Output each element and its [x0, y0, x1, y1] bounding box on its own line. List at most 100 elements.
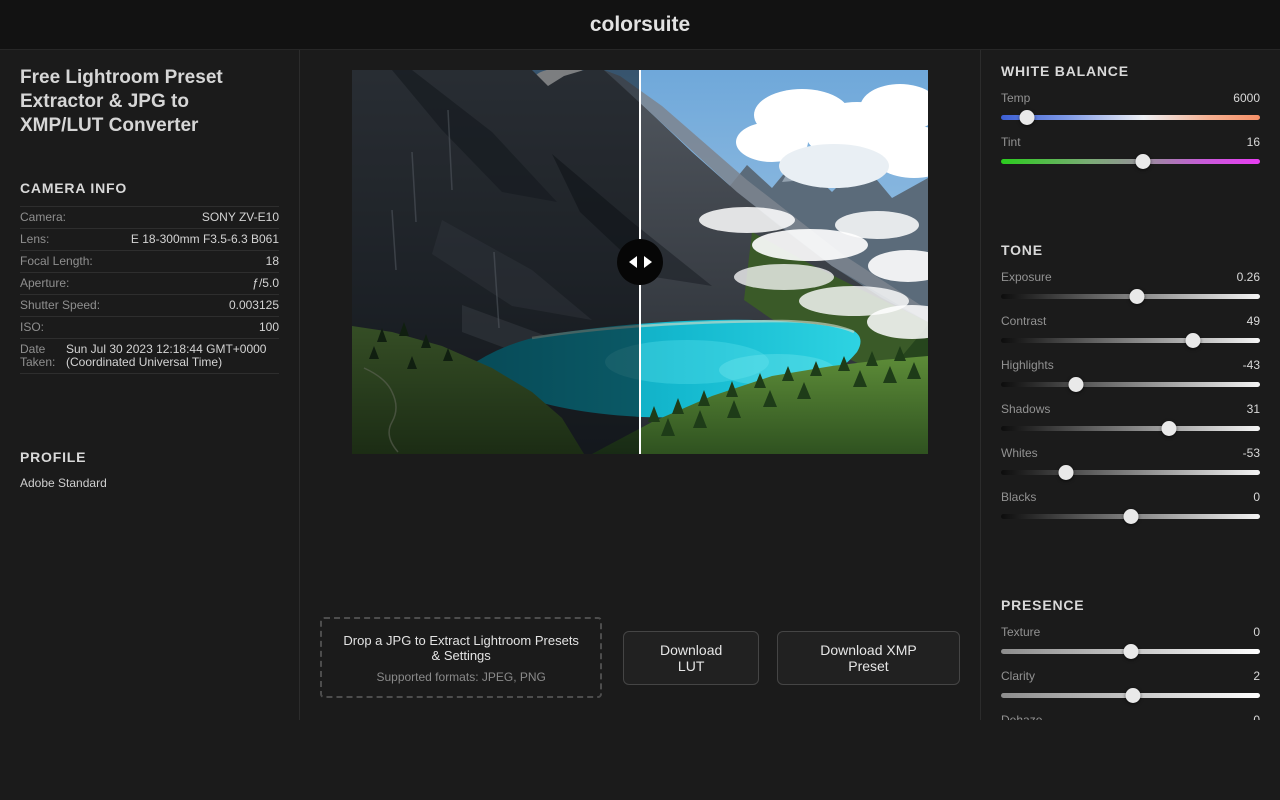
- info-value: ƒ/5.0: [252, 276, 279, 290]
- camera-info-heading: CAMERA INFO: [20, 180, 128, 196]
- slider-thumb[interactable]: [1129, 289, 1145, 304]
- slider-thumb[interactable]: [1185, 333, 1201, 348]
- bottom-controls: Drop a JPG to Extract Lightroom Presets …: [320, 617, 960, 698]
- info-label: ISO:: [20, 320, 45, 334]
- info-value: SONY ZV-E10: [201, 210, 279, 224]
- camera-info-table: Camera: SONY ZV-E10 Lens: E 18-300mm F3.…: [20, 206, 279, 374]
- info-value: Sun Jul 30 2023 12:18:44 GMT+0000 (Coord…: [66, 342, 267, 369]
- before-after-comparison: [352, 70, 928, 454]
- slider-exposure: Exposure 0.26: [1001, 269, 1260, 304]
- comparison-slider-handle[interactable]: [617, 239, 663, 285]
- camera-info-row: ISO: 100: [20, 317, 279, 339]
- info-label: Lens:: [20, 232, 50, 246]
- adjustments-panel: WHITE BALANCE Temp 6000 Tint 16 TONE Exp…: [980, 50, 1280, 720]
- slider-label: Blacks: [1001, 490, 1037, 504]
- slider-shadows: Shadows 31: [1001, 401, 1260, 436]
- slider-value: 31: [1246, 402, 1260, 416]
- slider-label: Dehaze: [1001, 713, 1043, 720]
- slider-label: Whites: [1001, 446, 1038, 460]
- slider-value: -43: [1242, 358, 1260, 372]
- slider-whites: Whites -53: [1001, 445, 1260, 480]
- page-title: Free Lightroom Preset Extractor & JPG to…: [20, 67, 223, 136]
- slider-list: Texture 0 Clarity 2 Dehaze 0: [1001, 624, 1260, 720]
- main-content: Drop a JPG to Extract Lightroom Presets …: [300, 50, 980, 720]
- slider-label: Texture: [1001, 625, 1041, 639]
- slider-track[interactable]: [1001, 115, 1260, 120]
- slider-tint: Tint 16: [1001, 134, 1260, 169]
- section-white-balance: WHITE BALANCE Temp 6000 Tint 16: [1001, 63, 1260, 169]
- slider-highlights: Highlights -43: [1001, 357, 1260, 392]
- slider-label: Tint: [1001, 135, 1021, 149]
- dropzone-instruction: Drop a JPG to Extract Lightroom Presets …: [343, 633, 579, 663]
- section-heading: TONE: [1001, 242, 1043, 258]
- slider-track[interactable]: [1001, 426, 1260, 431]
- app-body: Free Lightroom Preset Extractor & JPG to…: [0, 50, 1280, 720]
- slider-clarity: Clarity 2: [1001, 668, 1260, 703]
- info-label: Camera:: [20, 210, 67, 224]
- slider-thumb[interactable]: [1161, 421, 1177, 436]
- download-xmp-preset-button[interactable]: Download XMP Preset: [776, 630, 960, 685]
- profile-heading: PROFILE: [20, 449, 87, 465]
- slider-value: 6000: [1233, 91, 1260, 105]
- slider-value: 0.26: [1236, 270, 1260, 284]
- slider-label: Highlights: [1001, 358, 1054, 372]
- slider-track[interactable]: [1001, 470, 1260, 475]
- slider-thumb[interactable]: [1123, 644, 1138, 659]
- slider-thumb[interactable]: [1123, 509, 1138, 524]
- slider-thumb[interactable]: [1058, 465, 1074, 480]
- info-label: Aperture:: [20, 276, 70, 290]
- info-value: E 18-300mm F3.5-6.3 B061: [130, 232, 279, 246]
- slider-list: Exposure 0.26 Contrast 49 Highlights -43…: [1001, 269, 1260, 524]
- info-label: Focal Length:: [20, 254, 93, 268]
- info-label: Shutter Speed:: [20, 298, 101, 312]
- slider-thumb[interactable]: [1135, 154, 1151, 169]
- dropzone-formats: Supported formats: JPEG, PNG: [376, 670, 546, 684]
- slider-label: Temp: [1001, 91, 1031, 105]
- camera-info-row: Aperture: ƒ/5.0: [20, 273, 279, 295]
- camera-info-row: Focal Length: 18: [20, 251, 279, 273]
- slider-contrast: Contrast 49: [1001, 313, 1260, 348]
- slider-value: 16: [1246, 135, 1260, 149]
- slider-track[interactable]: [1001, 159, 1260, 164]
- slider-label: Contrast: [1001, 314, 1047, 328]
- slider-value: -53: [1242, 446, 1260, 460]
- section-presence: PRESENCE Texture 0 Clarity 2 Dehaze 0: [1001, 597, 1260, 720]
- slider-value: 0: [1253, 490, 1260, 504]
- arrow-right-icon: [643, 256, 652, 268]
- section-tone: TONE Exposure 0.26 Contrast 49 Highlight…: [1001, 242, 1260, 524]
- slider-value: 0: [1253, 713, 1260, 720]
- slider-track[interactable]: [1001, 338, 1260, 343]
- download-lut-button[interactable]: Download LUT: [623, 630, 759, 685]
- slider-label: Shadows: [1001, 402, 1051, 416]
- slider-label: Exposure: [1001, 270, 1052, 284]
- jpg-dropzone[interactable]: Drop a JPG to Extract Lightroom Presets …: [320, 617, 603, 698]
- slider-list: Temp 6000 Tint 16: [1001, 90, 1260, 169]
- section-heading: PRESENCE: [1001, 597, 1085, 613]
- slider-value: 0: [1253, 625, 1260, 639]
- slider-thumb[interactable]: [1068, 377, 1084, 392]
- slider-texture: Texture 0: [1001, 624, 1260, 659]
- info-value: 100: [258, 320, 279, 334]
- camera-info-row: Date Taken: Sun Jul 30 2023 12:18:44 GMT…: [20, 339, 279, 374]
- section-heading: WHITE BALANCE: [1001, 63, 1129, 79]
- sidebar: Free Lightroom Preset Extractor & JPG to…: [0, 50, 300, 720]
- slider-track[interactable]: [1001, 382, 1260, 387]
- slider-thumb[interactable]: [1125, 688, 1141, 703]
- slider-temp: Temp 6000: [1001, 90, 1260, 125]
- app-header: colorsuite: [0, 0, 1280, 50]
- slider-label: Clarity: [1001, 669, 1036, 683]
- slider-thumb[interactable]: [1019, 110, 1035, 125]
- info-label: Date Taken:: [20, 342, 56, 369]
- slider-value: 2: [1253, 669, 1260, 683]
- info-value: 18: [265, 254, 279, 268]
- profile-value: Adobe Standard: [20, 476, 107, 490]
- slider-value: 49: [1246, 314, 1260, 328]
- slider-blacks: Blacks 0: [1001, 489, 1260, 524]
- camera-info-row: Camera: SONY ZV-E10: [20, 207, 279, 229]
- info-value: 0.003125: [228, 298, 279, 312]
- slider-dehaze: Dehaze 0: [1001, 712, 1260, 720]
- arrow-left-icon: [628, 256, 637, 268]
- camera-info-row: Shutter Speed: 0.003125: [20, 295, 279, 317]
- camera-info-row: Lens: E 18-300mm F3.5-6.3 B061: [20, 229, 279, 251]
- app-title: colorsuite: [589, 12, 691, 36]
